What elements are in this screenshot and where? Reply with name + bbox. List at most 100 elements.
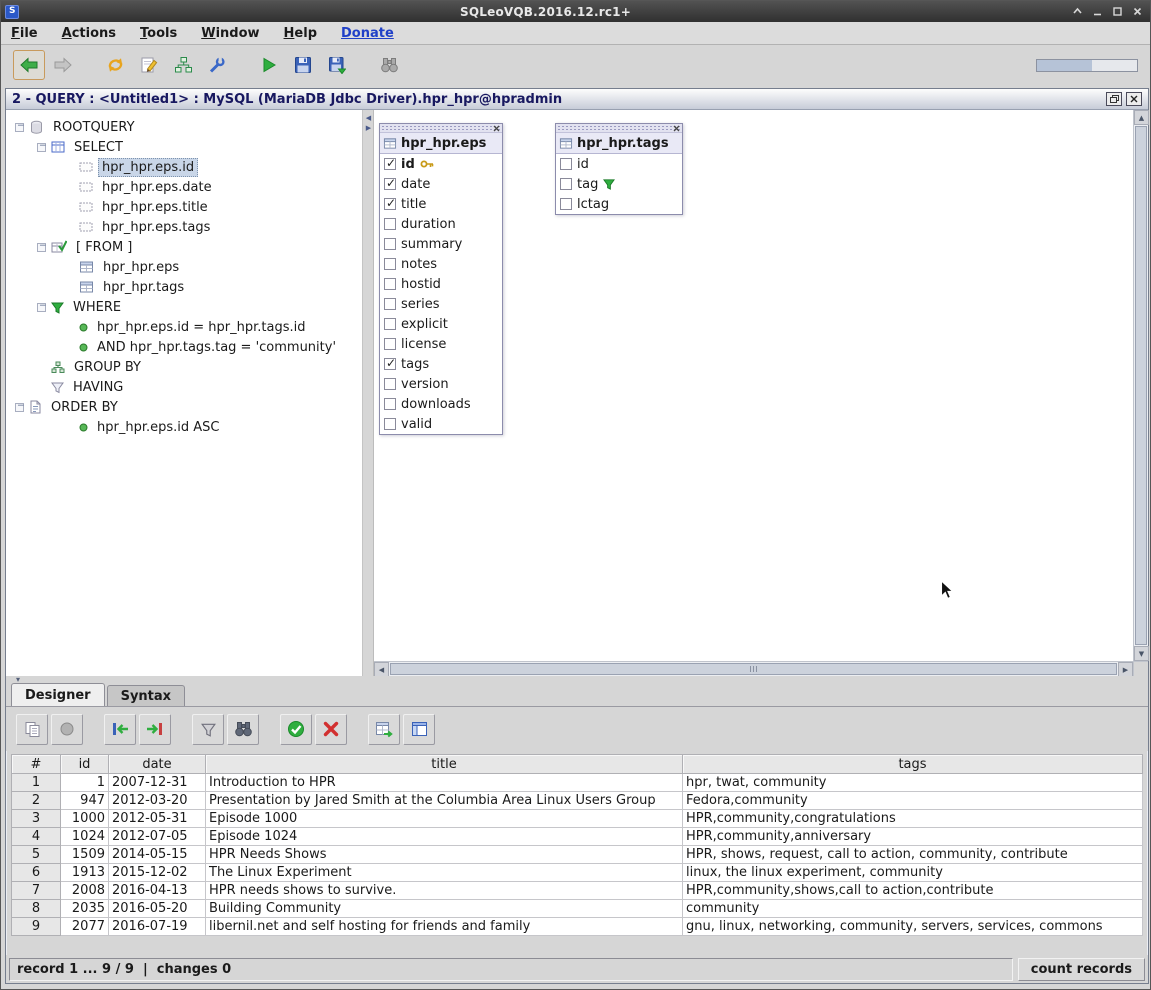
grid-cell[interactable]: HPR Needs Shows: [206, 846, 683, 864]
column-checkbox[interactable]: [384, 378, 396, 390]
tab-syntax[interactable]: Syntax: [107, 685, 185, 706]
menu-help[interactable]: Help: [284, 26, 317, 41]
grid-cell[interactable]: 6: [12, 864, 61, 882]
grid-cell[interactable]: HPR needs shows to survive.: [206, 882, 683, 900]
grid-cell[interactable]: 2: [12, 792, 61, 810]
column-row-tag[interactable]: tag: [556, 174, 682, 194]
card-close-icon[interactable]: [671, 123, 681, 133]
grid-cell[interactable]: 5: [12, 846, 61, 864]
collapse-handle-icon[interactable]: [37, 243, 46, 252]
grid-cell[interactable]: Episode 1000: [206, 810, 683, 828]
collapse-handle-icon[interactable]: [15, 403, 24, 412]
column-checkbox[interactable]: [384, 418, 396, 430]
scroll-left-icon[interactable]: [374, 662, 389, 677]
scrollbar-thumb[interactable]: [1135, 126, 1147, 645]
column-row-hostid[interactable]: hostid: [380, 274, 502, 294]
tree-item-join-condition[interactable]: hpr_hpr.eps.id = hpr_hpr.tags.id: [6, 317, 362, 337]
grid-cell[interactable]: Presentation by Jared Smith at the Colum…: [206, 792, 683, 810]
grid-cell[interactable]: 1024: [61, 828, 109, 846]
schema-button[interactable]: [167, 50, 199, 80]
grid-cell[interactable]: The Linux Experiment: [206, 864, 683, 882]
tree-item-table-tags[interactable]: hpr_hpr.tags: [6, 277, 362, 297]
splitter-collapse-down-icon[interactable]: [9, 676, 27, 683]
tree-item-group-by[interactable]: GROUP BY: [6, 357, 362, 377]
grid-cell[interactable]: gnu, linux, networking, community, serve…: [683, 918, 1143, 936]
forward-button[interactable]: [47, 50, 79, 80]
tree-item-rootquery[interactable]: ROOTQUERY: [6, 117, 362, 137]
column-checkbox[interactable]: [384, 198, 396, 210]
query-frame-titlebar[interactable]: 2 - QUERY : <Untitled1> : MySQL (MariaDB…: [6, 89, 1148, 110]
grid-cell[interactable]: 4: [12, 828, 61, 846]
menu-actions[interactable]: Actions: [62, 26, 116, 41]
grid-cell[interactable]: 947: [61, 792, 109, 810]
grid-cell[interactable]: 1: [12, 774, 61, 792]
back-button[interactable]: [13, 50, 45, 80]
column-row-tags[interactable]: tags: [380, 354, 502, 374]
frame-close-button[interactable]: [1126, 92, 1142, 106]
column-row-valid[interactable]: valid: [380, 414, 502, 434]
grid-cell[interactable]: 2077: [61, 918, 109, 936]
grid-cell[interactable]: 2016-05-20: [109, 900, 206, 918]
shade-button[interactable]: [1069, 4, 1086, 19]
collapse-handle-icon[interactable]: [37, 143, 46, 152]
diagram-horizontal-scrollbar[interactable]: [374, 662, 1133, 676]
frame-restore-button[interactable]: [1106, 92, 1122, 106]
column-row-duration[interactable]: duration: [380, 214, 502, 234]
scroll-right-icon[interactable]: [1118, 662, 1133, 677]
col-header-rownum[interactable]: #: [12, 755, 61, 774]
tree-item-order-expression[interactable]: hpr_hpr.eps.id ASC: [6, 417, 362, 437]
grid-cell[interactable]: 2015-12-02: [109, 864, 206, 882]
copy-rows-button[interactable]: [16, 714, 48, 745]
tree-item-eps-id[interactable]: hpr_hpr.eps.id: [6, 157, 362, 177]
tree-item-eps-date[interactable]: hpr_hpr.eps.date: [6, 177, 362, 197]
column-checkbox[interactable]: [384, 318, 396, 330]
pivot-view-button[interactable]: [403, 714, 435, 745]
export-grid-button[interactable]: [368, 714, 400, 745]
column-row-explicit[interactable]: explicit: [380, 314, 502, 334]
column-checkbox[interactable]: [560, 178, 572, 190]
grid-cell[interactable]: libernil.net and self hosting for friend…: [206, 918, 683, 936]
menu-window[interactable]: Window: [201, 26, 259, 41]
column-row-lctag[interactable]: lctag: [556, 194, 682, 214]
column-row-id[interactable]: id: [380, 154, 502, 174]
column-row-date[interactable]: date: [380, 174, 502, 194]
column-row-series[interactable]: series: [380, 294, 502, 314]
grid-cell[interactable]: 2016-04-13: [109, 882, 206, 900]
tree-item-where-condition[interactable]: AND hpr_hpr.tags.tag = 'community': [6, 337, 362, 357]
search-button[interactable]: [373, 50, 405, 80]
count-records-button[interactable]: count records: [1018, 958, 1145, 981]
tree-item-from[interactable]: [ FROM ]: [6, 237, 362, 257]
tree-item-eps-tags[interactable]: hpr_hpr.eps.tags: [6, 217, 362, 237]
tree-item-eps-title[interactable]: hpr_hpr.eps.title: [6, 197, 362, 217]
grid-cell[interactable]: Building Community: [206, 900, 683, 918]
column-row-summary[interactable]: summary: [380, 234, 502, 254]
tab-designer[interactable]: Designer: [11, 683, 105, 706]
grid-cell[interactable]: 8: [12, 900, 61, 918]
column-checkbox[interactable]: [384, 278, 396, 290]
tree-item-order-by[interactable]: ORDER BY: [6, 397, 362, 417]
grid-cell[interactable]: 1509: [61, 846, 109, 864]
grid-cell[interactable]: 2016-07-19: [109, 918, 206, 936]
column-row-license[interactable]: license: [380, 334, 502, 354]
horizontal-splitter[interactable]: [6, 676, 1148, 683]
menu-donate[interactable]: Donate: [341, 26, 394, 41]
grid-cell[interactable]: HPR,community,congratulations: [683, 810, 1143, 828]
find-in-result-button[interactable]: [227, 714, 259, 745]
grid-cell[interactable]: 2035: [61, 900, 109, 918]
menu-file[interactable]: File: [11, 26, 38, 41]
card-title-tags[interactable]: hpr_hpr.tags: [556, 133, 682, 154]
vertical-splitter[interactable]: [363, 110, 374, 676]
column-row-downloads[interactable]: downloads: [380, 394, 502, 414]
collapse-handle-icon[interactable]: [15, 123, 24, 132]
tree-item-select[interactable]: SELECT: [6, 137, 362, 157]
preferences-button[interactable]: [201, 50, 233, 80]
splitter-collapse-right-icon[interactable]: [364, 124, 373, 133]
save-as-button[interactable]: [321, 50, 353, 80]
grid-cell[interactable]: 2012-05-31: [109, 810, 206, 828]
grid-cell[interactable]: 1000: [61, 810, 109, 828]
grid-cell[interactable]: HPR,community,anniversary: [683, 828, 1143, 846]
menu-tools[interactable]: Tools: [140, 26, 177, 41]
column-checkbox[interactable]: [560, 158, 572, 170]
cancel-changes-button[interactable]: [315, 714, 347, 745]
grid-cell[interactable]: 1913: [61, 864, 109, 882]
